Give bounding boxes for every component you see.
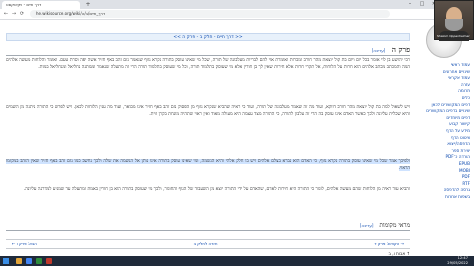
browser-tab[interactable]: דרך חיים - ויקיטקסט: [2, 1, 80, 9]
sidebar-link[interactable]: דפים מיוחדים: [418, 115, 470, 122]
sidebar-link[interactable]: EPUB: [418, 161, 470, 168]
sidebar-link[interactable]: עזרה: [418, 82, 470, 89]
prev-chapter-link[interactable]: → הקודם: פרק ד: [368, 240, 410, 248]
reload-icon[interactable]: ⟳: [18, 9, 26, 19]
maximize-icon[interactable]: □: [418, 0, 426, 9]
screen: דרך חיים - ויקיטקסט + – □ ✕ ← → ⟳ he.wik…: [0, 0, 474, 266]
system-tray: 12:47 29/05/2022: [447, 256, 468, 266]
new-tab-icon[interactable]: +: [84, 1, 92, 9]
sidebar-link[interactable]: הדפסה/ייצוא: [418, 141, 470, 148]
sidebar-links: עמוד ראשי שינויים אחרונים עמוד אקראי עזרה תר…: [418, 62, 470, 200]
chapter-navigation: → הקודם: פרק ד חזרה לחלק ב הבא: פרק ו ←: [6, 239, 410, 249]
sidebar-link[interactable]: כלים: [418, 95, 470, 102]
sidebar-link[interactable]: דפים המקושרים לכאן: [418, 102, 470, 109]
webcam-overlay: Shalom Oppenheimer: [434, 0, 474, 41]
folder-icon[interactable]: [16, 258, 22, 264]
article: << דרך חיים - חלק ב - פרק ה >> פרק ה [ער…: [6, 33, 410, 256]
sidebar-link[interactable]: ציטוט הדף: [418, 135, 470, 142]
url-input[interactable]: he.wikisource.org/wiki/דרך_חיים/ב/ה: [30, 10, 390, 18]
taskbar: 12:47 29/05/2022: [0, 256, 474, 266]
clock-date: 29/05/2022: [447, 261, 468, 265]
sidebar-link[interactable]: יצירת ספר: [418, 148, 470, 155]
sidebar-link[interactable]: שינויים בדפים המקושרים: [418, 108, 470, 115]
start-icon[interactable]: [3, 258, 9, 264]
breadcrumb[interactable]: << דרך חיים - חלק ב - פרק ה >>: [6, 33, 410, 41]
sidebar-link[interactable]: גרסה להדפסה: [418, 187, 470, 194]
sidebar-link[interactable]: עמוד אקראי: [418, 75, 470, 82]
app-icon[interactable]: [36, 258, 42, 264]
section-heading: פרק ה [עריכה]: [6, 45, 410, 56]
sidebar-link[interactable]: הורדה כ־PDF: [418, 154, 471, 161]
sidebar-link[interactable]: PDF: [418, 174, 470, 181]
sidebar-link[interactable]: שינויים אחרונים: [418, 69, 470, 76]
paragraph-text: ויש לשאול למה בת קול יוצאת מהר חורב דווק…: [6, 105, 410, 117]
sidebar-link[interactable]: MOBI: [418, 168, 470, 175]
subsection-heading: מראי מקומות [עריכה]: [6, 221, 410, 231]
browser-icon[interactable]: [26, 258, 32, 264]
sidebar-link[interactable]: מידע על הדף: [418, 128, 470, 135]
sidebar-link[interactable]: עמוד ראשי: [418, 62, 470, 69]
next-chapter-link[interactable]: הבא: פרק ו ←: [6, 240, 43, 248]
edit-link[interactable]: [עריכה]: [372, 48, 386, 53]
app-icon[interactable]: [46, 258, 52, 264]
forward-icon[interactable]: →: [10, 9, 18, 19]
subsection-title: מראי מקומות: [379, 222, 410, 229]
sidebar: עמוד ראשי שינויים אחרונים עמוד אקראי עזרה תר…: [416, 20, 474, 236]
back-icon[interactable]: ←: [2, 9, 10, 19]
highlighted-text: ולפיכך אמר שכל מי שאינו עוסק בתורה נקרא …: [6, 159, 410, 171]
person-beard: [445, 19, 463, 31]
edit-link[interactable]: [עריכה]: [360, 223, 374, 228]
browser-tab-bar: דרך חיים - ויקיטקסט + – □ ✕: [0, 0, 474, 9]
sidebar-link[interactable]: בשפות אחרות: [418, 194, 470, 201]
paragraph: ויש לשאול למה בת קול יוצאת מהר חורב דווק…: [6, 105, 410, 118]
minimize-icon[interactable]: –: [406, 0, 414, 9]
sidebar-link[interactable]: RTF: [418, 181, 470, 188]
section-title: פרק ה: [391, 45, 410, 54]
webcam-label: Shalom Oppenheimer: [437, 34, 470, 38]
paragraph: ולפיכך אמר שכל מי שאינו עוסק בתורה נקרא …: [6, 159, 410, 172]
address-bar: ← → ⟳ he.wikisource.org/wiki/דרך_חיים/ב/…: [0, 9, 474, 20]
paragraph: והביא עוד ראיה מן הלוחות שהם מעשה אלהים,…: [23, 187, 410, 192]
sidebar-link[interactable]: תרומה: [418, 88, 470, 95]
taskbar-apps: [16, 258, 52, 264]
up-link[interactable]: חזרה לחלק ב: [188, 240, 224, 248]
paragraph: רבי יהושע בן לוי אומר בכל יום ויום בת קו…: [6, 58, 410, 70]
sidebar-link[interactable]: קישור קבוע: [418, 121, 470, 128]
